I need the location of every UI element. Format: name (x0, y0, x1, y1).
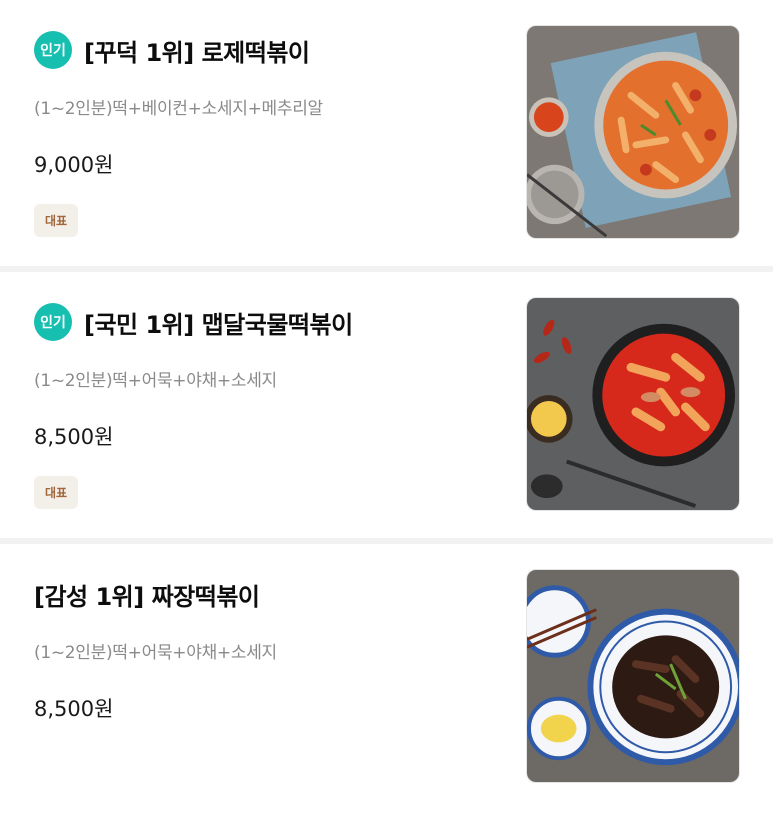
menu-item-name-row: [감성 1위] 짜장떡볶이 (34, 572, 504, 616)
menu-item-price: 9,000원 (34, 153, 114, 177)
menu-item-name: [국민 1위] 맵달국물떡볶이 (84, 310, 353, 339)
representative-tag: 대표 (34, 476, 79, 509)
menu-item-description: (1~2인분)떡+베이컨+소세지+메추리알 (34, 99, 323, 119)
menu-item-info: [감성 1위] 짜장떡볶이 (1~2인분)떡+어묵+야채+소세지 8,500원 (34, 572, 504, 723)
menu-item-name-row: 인기 [국민 1위] 맵달국물떡볶이 (34, 300, 504, 344)
popular-badge: 인기 (34, 31, 72, 69)
rose-tteokbokki-photo[interactable] (526, 25, 740, 239)
representative-tag: 대표 (34, 204, 79, 237)
menu-item-info: 인기 [꾸덕 1위] 로제떡볶이 (1~2인분)떡+베이컨+소세지+메추리알 9… (34, 28, 504, 237)
menu-list: 인기 [꾸덕 1위] 로제떡볶이 (1~2인분)떡+베이컨+소세지+메추리알 9… (0, 0, 773, 826)
menu-item-name: [꾸덕 1위] 로제떡볶이 (84, 38, 310, 67)
food-photo-illustration (527, 298, 739, 510)
spicy-soup-tteokbokki-photo[interactable] (526, 297, 740, 511)
jjajang-tteokbokki-photo[interactable] (526, 569, 740, 783)
menu-item-name: [감성 1위] 짜장떡볶이 (34, 582, 260, 611)
menu-item-rose-tteokbokki[interactable]: 인기 [꾸덕 1위] 로제떡볶이 (1~2인분)떡+베이컨+소세지+메추리알 9… (0, 0, 773, 272)
menu-item-info: 인기 [국민 1위] 맵달국물떡볶이 (1~2인분)떡+어묵+야채+소세지 8,… (34, 300, 504, 509)
menu-item-price: 8,500원 (34, 425, 114, 449)
menu-item-description: (1~2인분)떡+어묵+야채+소세지 (34, 371, 277, 391)
menu-item-spicy-soup-tteokbokki[interactable]: 인기 [국민 1위] 맵달국물떡볶이 (1~2인분)떡+어묵+야채+소세지 8,… (0, 272, 773, 544)
menu-item-price: 8,500원 (34, 697, 114, 721)
menu-item-name-row: 인기 [꾸덕 1위] 로제떡볶이 (34, 28, 504, 72)
food-photo-illustration (527, 570, 739, 782)
popular-badge: 인기 (34, 303, 72, 341)
menu-item-description: (1~2인분)떡+어묵+야채+소세지 (34, 643, 277, 663)
food-photo-illustration (527, 26, 739, 238)
menu-item-jjajang-tteokbokki[interactable]: [감성 1위] 짜장떡볶이 (1~2인분)떡+어묵+야채+소세지 8,500원 (0, 544, 773, 826)
